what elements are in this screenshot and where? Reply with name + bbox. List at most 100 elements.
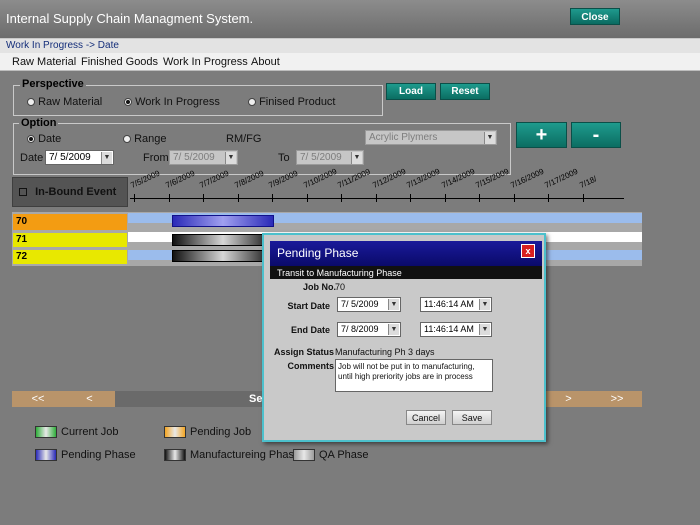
chevron-down-icon: ▼ [484, 132, 495, 144]
radio-selected-icon [124, 98, 132, 107]
job-color-swatch [13, 233, 127, 247]
pending-phase-bar[interactable] [172, 215, 274, 227]
legend-label: Manufactureing Phase [190, 449, 301, 461]
menu-item-work-in-progress[interactable]: Work In Progress [163, 56, 248, 68]
to-label: To [278, 152, 290, 164]
legend-label: Pending Phase [61, 449, 136, 461]
timeline-tick [548, 194, 549, 202]
material-select-value: Acrylic Plymers [369, 132, 438, 143]
legend-swatch [164, 449, 186, 461]
legend-swatch [293, 449, 315, 461]
timeline-tick [134, 194, 135, 202]
end-date-picker[interactable]: 7/ 8/2009 ▼ [337, 322, 401, 337]
timeline-tick [203, 194, 204, 202]
chevron-down-icon: ▼ [101, 152, 112, 164]
chevron-down-icon: ▼ [479, 324, 490, 335]
perspective-label: Perspective [20, 78, 86, 90]
dialog-title: Pending Phase [277, 246, 359, 260]
start-date-picker[interactable]: 7/ 5/2009 ▼ [337, 297, 401, 312]
timeline-tick [168, 194, 170, 202]
end-date-label: End Date [290, 325, 330, 335]
start-date-value: 7/ 5/2009 [341, 299, 379, 309]
timeline-tick [306, 194, 308, 202]
legend-swatch [164, 426, 186, 438]
legend-label: Pending Job [190, 426, 252, 438]
end-time-picker[interactable]: 11:46:14 AM ▼ [420, 322, 492, 337]
job-no-value: 70 [335, 282, 346, 292]
manufacturing-phase-bar[interactable] [172, 250, 274, 262]
perspective-raw-material[interactable]: Raw Material [27, 96, 102, 108]
job-id: 70 [16, 216, 28, 227]
option-range-label: Range [134, 133, 167, 145]
start-date-label: Start Date [287, 301, 330, 311]
legend-label: QA Phase [319, 449, 369, 461]
perspective-work-in-progress[interactable]: Work In Progress [124, 96, 220, 108]
timeline-tick [341, 194, 342, 202]
job-no-label: Job No. [303, 282, 336, 292]
cancel-button[interactable]: Cancel [406, 410, 446, 425]
job-row-70[interactable]: 70 [13, 214, 127, 230]
timeline-tick [582, 194, 584, 202]
job-row-72[interactable]: 72 [13, 250, 127, 264]
rmfg-label: RM/FG [226, 133, 262, 145]
date-value: 7/ 5/2009 [49, 152, 91, 163]
comments-label: Comments [287, 361, 334, 371]
dialog-header: Pending Phase x [270, 241, 542, 266]
chevron-down-icon: ▼ [351, 152, 362, 164]
material-select[interactable]: Acrylic Plymers ▼ [365, 130, 497, 145]
date-label: Date [20, 152, 44, 164]
zoom-in-button[interactable]: + [516, 122, 567, 148]
menu-item-about[interactable]: About [251, 56, 280, 68]
pending-phase-dialog: Pending Phase x Transit to Manufacturing… [262, 233, 546, 442]
timeline-tick [237, 194, 239, 202]
comments-textarea[interactable]: Job will not be put in to manufacturing,… [335, 359, 493, 392]
inbound-event-toggle[interactable]: In-Bound Event [12, 177, 128, 207]
menu-item-raw-material[interactable]: Raw Material [12, 56, 76, 68]
option-label: Option [19, 117, 59, 129]
from-date-picker[interactable]: 7/ 5/2009 ▼ [169, 150, 238, 165]
breadcrumb-bar: Work In Progress -> Date [0, 38, 700, 53]
breadcrumb: Work In Progress -> Date [6, 40, 119, 51]
chevron-down-icon: ▼ [479, 299, 490, 310]
legend-swatch [35, 426, 57, 438]
job-color-swatch [13, 250, 127, 264]
option-range-radio[interactable]: Range [123, 133, 166, 145]
from-label: From [143, 152, 169, 164]
timeline-tick [513, 194, 515, 202]
job-id: 71 [16, 234, 28, 245]
from-date-value: 7/ 5/2009 [173, 152, 215, 163]
chevron-down-icon: ▼ [388, 299, 399, 310]
reset-button[interactable]: Reset [440, 83, 490, 100]
timeline-axis [130, 198, 624, 199]
close-icon[interactable]: x [521, 244, 535, 258]
perspective-finished-product[interactable]: Finised Product [248, 96, 336, 108]
to-date-picker[interactable]: 7/ 5/2009 ▼ [296, 150, 364, 165]
perspective-option-label: Work In Progress [135, 96, 220, 108]
first-page-button[interactable]: << [12, 391, 64, 407]
end-date-value: 7/ 8/2009 [341, 324, 379, 334]
perspective-option-label: Finised Product [259, 96, 336, 108]
menu-item-finished-goods[interactable]: Finished Goods [81, 56, 158, 68]
load-button[interactable]: Load [386, 83, 436, 100]
checkbox-icon [19, 188, 27, 197]
timeline-tick [444, 194, 446, 202]
start-time-picker[interactable]: 11:46:14 AM ▼ [420, 297, 492, 312]
close-button[interactable]: Close [570, 8, 620, 25]
job-id: 72 [16, 251, 28, 262]
save-button[interactable]: Save [452, 410, 492, 425]
last-page-button[interactable]: >> [592, 391, 642, 407]
prev-page-button[interactable]: < [64, 391, 115, 407]
app-title: Internal Supply Chain Managment System. [6, 11, 254, 26]
start-time-value: 11:46:14 AM [424, 299, 474, 309]
app-header: Internal Supply Chain Managment System. … [0, 0, 700, 38]
job-row-71[interactable]: 71 [13, 233, 127, 247]
zoom-out-button[interactable]: - [571, 122, 621, 148]
option-date-radio[interactable]: Date [27, 133, 61, 145]
assign-status-value: Manufacturing Ph 3 days [335, 347, 435, 357]
date-picker[interactable]: 7/ 5/2009 ▼ [45, 150, 114, 165]
dialog-subtitle: Transit to Manufacturing Phase [270, 266, 542, 279]
next-page-button[interactable]: > [545, 391, 592, 407]
timeline-tick [410, 194, 411, 202]
manufacturing-phase-bar[interactable] [172, 234, 274, 246]
timeline-tick [479, 194, 480, 202]
